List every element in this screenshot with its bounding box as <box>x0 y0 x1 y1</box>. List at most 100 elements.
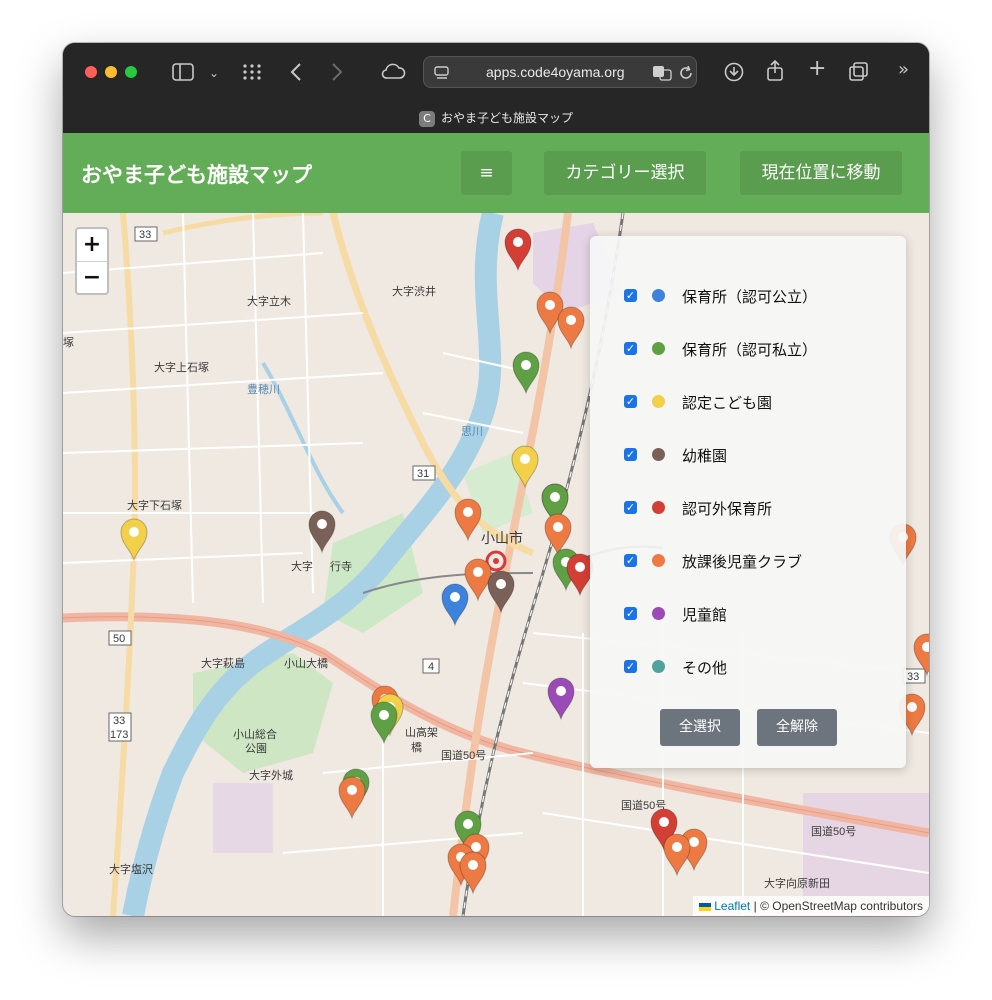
favicon-icon: C <box>418 110 435 127</box>
map-attribution: Leaflet | © OpenStreetMap contributors <box>692 896 929 916</box>
place-label: 大字萩島 <box>201 656 245 670</box>
clear-all-button[interactable]: 全解除 <box>757 709 837 746</box>
category-color-icon <box>652 554 665 567</box>
attribution-separator: | <box>753 899 757 913</box>
category-label: 認定こども園 <box>682 394 773 412</box>
category-label: 放課後児童クラブ <box>682 553 803 571</box>
river-label: 豊穂川 <box>247 382 280 396</box>
url-text: apps.code4oyama.org <box>486 64 625 80</box>
chevron-down-icon[interactable]: ⌄ <box>209 63 219 83</box>
zoom-out-button[interactable]: − <box>77 262 107 294</box>
city-label: 小山市 <box>481 530 523 546</box>
route-shield: 50 <box>108 630 132 646</box>
osm-attribution: © OpenStreetMap contributors <box>760 899 923 913</box>
new-tab-icon[interactable]: + <box>808 58 826 80</box>
download-icon[interactable] <box>724 62 744 82</box>
place-label: 大字向原新田 <box>764 876 830 890</box>
place-label: 山高架 <box>405 725 438 739</box>
category-color-icon <box>652 660 665 673</box>
park-label: 公園 <box>245 742 267 755</box>
route-shield: 31 <box>412 465 436 481</box>
hamburger-icon: ≡ <box>479 163 494 183</box>
active-tab[interactable]: C おやま子ども施設マップ <box>63 103 929 133</box>
ukraine-flag-icon <box>698 903 711 911</box>
category-checkbox[interactable]: ✓ <box>624 448 637 461</box>
tabs-icon[interactable] <box>849 62 869 82</box>
svg-text:50: 50 <box>113 633 125 645</box>
share-icon[interactable] <box>766 60 784 82</box>
place-label: 大字 <box>291 559 313 573</box>
tab-title: おやま子ども施設マップ <box>440 111 573 125</box>
svg-text:33: 33 <box>113 715 125 727</box>
place-label: 大字渋井 <box>392 284 436 298</box>
category-label: 保育所（認可私立） <box>682 341 818 359</box>
category-select-button[interactable]: カテゴリー選択 <box>544 151 706 195</box>
institution-area <box>213 783 273 853</box>
category-color-icon <box>652 395 665 408</box>
category-color-icon <box>652 607 665 620</box>
page-settings-icon[interactable] <box>434 65 450 81</box>
park-label: 小山総合 <box>233 727 277 741</box>
route-shield: 33 <box>134 226 158 242</box>
category-checkbox[interactable]: ✓ <box>624 660 637 673</box>
svg-text:31: 31 <box>417 468 429 480</box>
svg-text:33: 33 <box>139 229 151 241</box>
place-label: 橋 <box>411 740 422 754</box>
close-window-button[interactable] <box>85 66 97 78</box>
place-label: 大字下石塚 <box>127 498 182 512</box>
category-checkbox[interactable]: ✓ <box>624 289 637 302</box>
river-label: 思川 <box>461 425 483 438</box>
place-label: 大字立木 <box>247 294 291 308</box>
more-toolbar-icon[interactable]: » <box>898 60 909 80</box>
back-icon[interactable] <box>290 62 302 82</box>
zoom-control: + − <box>75 227 109 295</box>
browser-window: ⌄ apps.code4oyama.org + » C おやま子ども施設マップ お… <box>63 43 929 916</box>
category-label: 幼稚園 <box>682 447 728 465</box>
svg-text:173: 173 <box>110 729 128 741</box>
select-all-button[interactable]: 全選択 <box>660 709 740 746</box>
address-bar[interactable]: apps.code4oyama.org <box>423 56 697 88</box>
route-shield: 4 <box>422 658 440 674</box>
current-location-dot <box>493 558 499 564</box>
sidebar-icon[interactable] <box>172 63 194 81</box>
category-label: その他 <box>682 659 728 677</box>
category-color-icon <box>652 342 665 355</box>
menu-button[interactable]: ≡ <box>461 151 512 195</box>
browser-titlebar: ⌄ apps.code4oyama.org + » C おやま子ども施設マップ <box>63 43 929 133</box>
place-label: 塚 <box>63 336 74 349</box>
map-view[interactable]: 大字渋井 大字立木 大字上石塚 大字下石塚 大字 行寺 大字萩島 小山大橋 小山… <box>63 213 929 916</box>
category-color-icon <box>652 289 665 302</box>
place-label: 大字外城 <box>249 768 293 782</box>
translate-icon[interactable] <box>652 65 672 81</box>
category-checkbox[interactable]: ✓ <box>624 501 637 514</box>
page-content: おやま子ども施設マップ ≡ カテゴリー選択 現在位置に移動 大字渋井 大字立木 … <box>63 133 929 916</box>
zoom-in-button[interactable]: + <box>77 229 107 262</box>
reload-icon[interactable] <box>678 65 694 81</box>
svg-text:4: 4 <box>428 661 434 673</box>
place-label: 小山大橋 <box>284 656 328 670</box>
leaflet-link[interactable]: Leaflet <box>714 899 750 913</box>
place-label: 大字塩沢 <box>109 862 153 876</box>
category-color-icon <box>652 448 665 461</box>
app-header: おやま子ども施設マップ ≡ カテゴリー選択 現在位置に移動 <box>63 133 929 213</box>
move-to-current-location-button[interactable]: 現在位置に移動 <box>740 151 902 195</box>
place-label: 大字上石塚 <box>154 360 209 374</box>
category-checkbox[interactable]: ✓ <box>624 395 637 408</box>
cloud-icon[interactable] <box>380 62 406 80</box>
category-label: 児童館 <box>682 606 728 624</box>
category-color-icon <box>652 501 665 514</box>
category-checkbox[interactable]: ✓ <box>624 554 637 567</box>
category-checkbox[interactable]: ✓ <box>624 342 637 355</box>
road-label: 国道50号 <box>811 824 856 838</box>
category-label: 保育所（認可公立） <box>682 288 818 306</box>
forward-icon[interactable] <box>331 62 343 82</box>
minimize-window-button[interactable] <box>105 66 117 78</box>
maximize-window-button[interactable] <box>125 66 137 78</box>
tab-overview-icon[interactable] <box>242 63 262 81</box>
category-checkbox[interactable]: ✓ <box>624 607 637 620</box>
place-label: 行寺 <box>330 560 352 573</box>
category-label: 認可外保育所 <box>682 500 773 518</box>
app-title: おやま子ども施設マップ <box>81 163 312 187</box>
road-label: 国道50号 <box>441 748 486 762</box>
route-shield: 33 <box>902 668 926 684</box>
